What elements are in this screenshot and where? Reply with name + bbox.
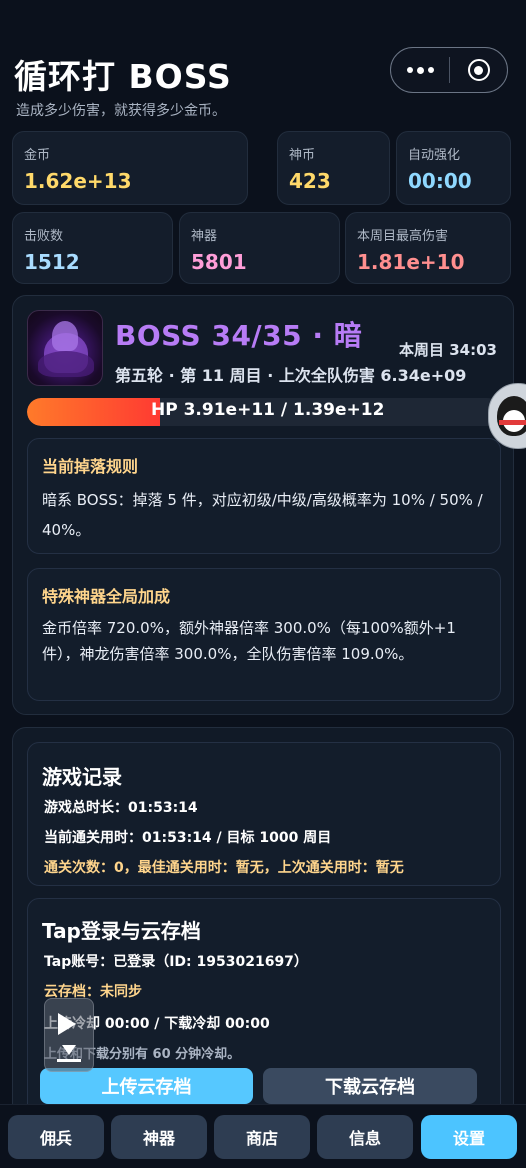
stat-coin-label: 神币 <box>289 148 316 163</box>
bottom-nav: 佣兵 神器 商店 信息 设置 <box>0 1104 526 1168</box>
stat-gold-label: 金币 <box>24 148 51 163</box>
stat-coin: 神币 423 <box>277 131 390 205</box>
floating-media-widget[interactable] <box>44 998 94 1072</box>
upload-cloud-save-button[interactable]: 上传云存档 <box>40 1068 253 1104</box>
stat-kills-label: 击败数 <box>24 229 64 244</box>
drop-rules-title: 当前掉落规则 <box>42 457 139 476</box>
drop-rules-box: 当前掉落规则 暗系 BOSS：掉落 5 件，对应初级/中级/高级概率为 10% … <box>27 438 501 554</box>
stat-kills-value: 1512 <box>24 250 80 274</box>
stat-maxdmg-value: 1.81e+10 <box>357 250 465 274</box>
play-icon[interactable] <box>58 1013 76 1035</box>
boss-panel: BOSS 34/35 · 暗 本周目 34:03 第五轮 · 第 11 周目 ·… <box>12 295 514 715</box>
more-dots-icon[interactable] <box>391 48 449 92</box>
target-circle-icon[interactable] <box>450 48 507 92</box>
drop-rules-text: 暗系 BOSS：掉落 5 件，对应初级/中级/高级概率为 10% / 50% /… <box>42 491 483 539</box>
record-clears: 通关次数：0，最佳通关用时：暂无，上次通关用时：暂无 <box>44 860 404 876</box>
stat-auto-upgrade: 自动强化 00:00 <box>396 131 511 205</box>
stat-gold: 金币 1.62e+13 <box>12 131 248 205</box>
artifact-bonus-text: 金币倍率 720.0%，额外神器倍率 300.0%（每100%额外+1件），神龙… <box>42 619 456 663</box>
stat-auto-label: 自动强化 <box>408 148 461 163</box>
boss-avatar <box>27 310 103 386</box>
stat-maxdmg-label: 本周目最高伤害 <box>357 229 449 244</box>
stat-max-damage: 本周目最高伤害 1.81e+10 <box>345 212 511 284</box>
cloud-account: Tap账号：已登录（ID: 1953021697） <box>44 954 308 970</box>
mini-program-capsule <box>390 47 508 93</box>
boss-hp-fill <box>27 398 161 426</box>
nav-artifacts[interactable]: 神器 <box>111 1115 207 1159</box>
page-subtitle: 造成多少伤害，就获得多少金币。 <box>16 103 226 119</box>
download-cloud-save-button[interactable]: 下载云存档 <box>263 1068 477 1104</box>
stat-gold-value: 1.62e+13 <box>24 169 132 193</box>
game-record-box: 游戏记录 游戏总时长：01:53:14 当前通关用时：01:53:14 / 目标… <box>27 742 501 886</box>
boss-title: BOSS 34/35 · 暗 <box>115 319 363 352</box>
stat-artifacts-label: 神器 <box>191 229 218 244</box>
nav-info[interactable]: 信息 <box>317 1115 413 1159</box>
stat-coin-value: 423 <box>289 169 331 193</box>
cloud-save-title: Tap登录与云存档 <box>42 919 201 943</box>
record-current-time: 当前通关用时：01:53:14 / 目标 1000 周目 <box>44 830 332 846</box>
boss-cycle-timer: 本周目 34:03 <box>399 341 497 359</box>
artifact-bonus-title: 特殊神器全局加成 <box>42 587 171 606</box>
download-icon[interactable] <box>57 1045 81 1063</box>
stat-artifacts-value: 5801 <box>191 250 247 274</box>
page-title: 循环打 BOSS <box>14 57 232 96</box>
record-total-time: 游戏总时长：01:53:14 <box>44 800 198 816</box>
stat-kills: 击败数 1512 <box>12 212 173 284</box>
boss-hp-text: HP 3.91e+11 / 1.39e+12 <box>151 400 385 420</box>
stat-artifacts: 神器 5801 <box>179 212 340 284</box>
artifact-bonus-box: 特殊神器全局加成 金币倍率 720.0%，额外神器倍率 300.0%（每100%… <box>27 568 501 701</box>
game-record-title: 游戏记录 <box>42 765 122 789</box>
boss-meta: 第五轮 · 第 11 周目 · 上次全队伤害 6.34e+09 <box>115 366 467 385</box>
stat-auto-value: 00:00 <box>408 169 472 193</box>
nav-shop[interactable]: 商店 <box>214 1115 310 1159</box>
nav-mercenaries[interactable]: 佣兵 <box>8 1115 104 1159</box>
nav-settings[interactable]: 设置 <box>421 1115 517 1159</box>
